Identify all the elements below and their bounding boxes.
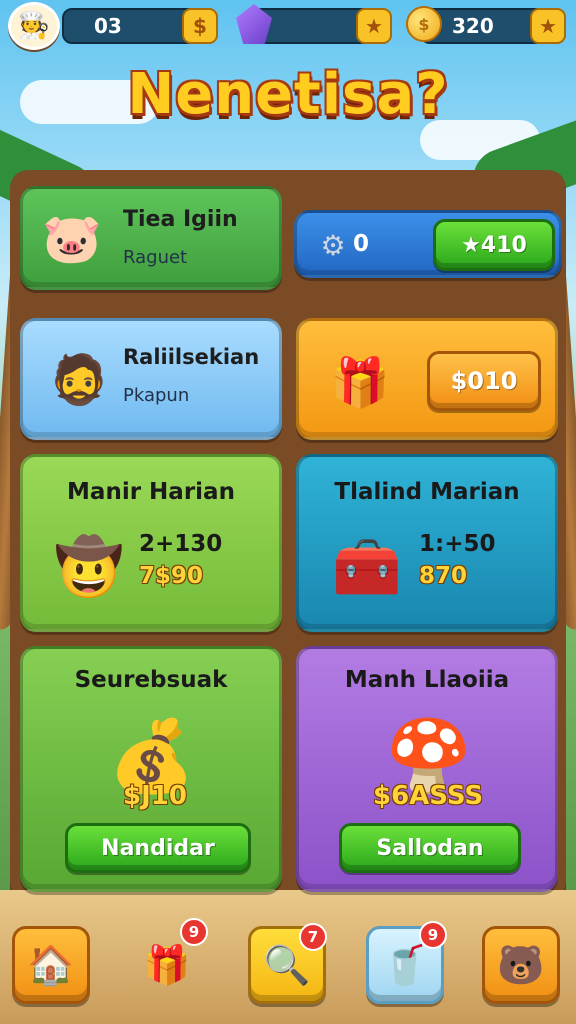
counter-button[interactable]: ★ 410: [433, 219, 555, 271]
star-icon: ★: [356, 8, 392, 44]
tralind-card[interactable]: Tlalind Marian 🧰 1:+50 870: [296, 454, 558, 632]
search-badge: 7: [299, 923, 327, 951]
manh-button-label: Sallodan: [376, 835, 484, 861]
character-subtitle: Pkapun: [123, 385, 190, 406]
cup-icon: 🥤: [381, 942, 429, 987]
treasure-chest-icon: 🧰: [332, 535, 402, 600]
manh-button[interactable]: Sallodan: [339, 823, 521, 873]
search-button[interactable]: 🔍 7: [248, 923, 327, 1004]
manh-card[interactable]: Manh Llaoiia 🍄 $6ASSS Sallodan: [296, 646, 558, 892]
dollar-icon: $: [182, 8, 218, 44]
profile-subtitle: Raguet: [123, 247, 188, 268]
seurebsuak-card[interactable]: Seurebsuak 💰 $J10 Nandidar: [20, 646, 282, 892]
coin-pill[interactable]: 320 ★: [420, 8, 566, 44]
cowboy-icon: 🤠: [54, 535, 124, 600]
chef-avatar-icon[interactable]: 🧑‍🍳: [8, 2, 60, 50]
chest-price-button[interactable]: $010: [427, 351, 541, 411]
manir-heading: Manir Harian: [67, 479, 235, 505]
seurebsuak-button-label: Nandidar: [101, 835, 215, 861]
cup-button[interactable]: 🥤 9: [366, 921, 447, 1004]
seurebsuak-overlay-value: $J10: [123, 781, 187, 811]
pink-chest-icon: 🎁: [330, 354, 390, 411]
gem-pill[interactable]: ★: [252, 8, 392, 44]
gold-coin-icon: $: [406, 6, 442, 42]
piglet-icon: 🐷: [42, 210, 102, 267]
star-icon: ★: [530, 8, 566, 44]
house-icon: 🏠: [27, 942, 75, 987]
manh-heading: Manh Llaoiia: [344, 667, 510, 693]
pet-icon: 🐻: [497, 942, 545, 987]
cup-badge: 9: [419, 921, 447, 949]
home-button[interactable]: 🏠: [12, 926, 90, 1004]
profile-button[interactable]: 🐻: [482, 926, 560, 1004]
character-card[interactable]: 🧔 Raliilsekian Pkapun: [20, 318, 282, 440]
counter-button-value: 410: [480, 232, 527, 258]
shop-button[interactable]: 🎁 9: [128, 918, 208, 1004]
manh-overlay-value: $6ASSS: [373, 781, 484, 811]
manir-value-2: 7$90: [139, 563, 204, 589]
fisherman-icon: 🧔: [49, 351, 109, 408]
seurebsuak-heading: Seurebsuak: [74, 667, 228, 693]
profile-card[interactable]: 🐷 Tiea Igiin Raguet: [20, 186, 282, 290]
level-value: 03: [94, 14, 122, 38]
star-icon: ★: [461, 232, 481, 258]
game-title: Nenetisa?: [127, 62, 449, 127]
character-name: Raliilsekian: [123, 345, 260, 369]
counter-value: 0: [353, 231, 370, 257]
tralind-value-1: 1:+50: [419, 531, 496, 557]
top-bar: 🧑‍🍳 03 $ ★ 320 ★ $: [0, 0, 576, 52]
magnifier-icon: 🔍: [263, 942, 311, 987]
gift-chest-icon: 🎁: [143, 942, 191, 987]
manir-card[interactable]: Manir Harian 🤠 2+130 7$90: [20, 454, 282, 632]
manir-value-1: 2+130: [139, 531, 223, 557]
counter-card: ⚙ 0 ★ 410: [294, 210, 562, 278]
tralind-value-2: 870: [419, 563, 468, 589]
seurebsuak-button[interactable]: Nandidar: [65, 823, 251, 873]
gear-icon: ⚙: [320, 228, 346, 262]
profile-name: Tiea Igiin: [123, 207, 238, 232]
tralind-heading: Tlalind Marian: [334, 479, 520, 505]
shop-badge: 9: [180, 918, 208, 946]
level-pill[interactable]: 03 $: [62, 8, 218, 44]
chest-offer-card[interactable]: 🎁 $010: [296, 318, 558, 440]
